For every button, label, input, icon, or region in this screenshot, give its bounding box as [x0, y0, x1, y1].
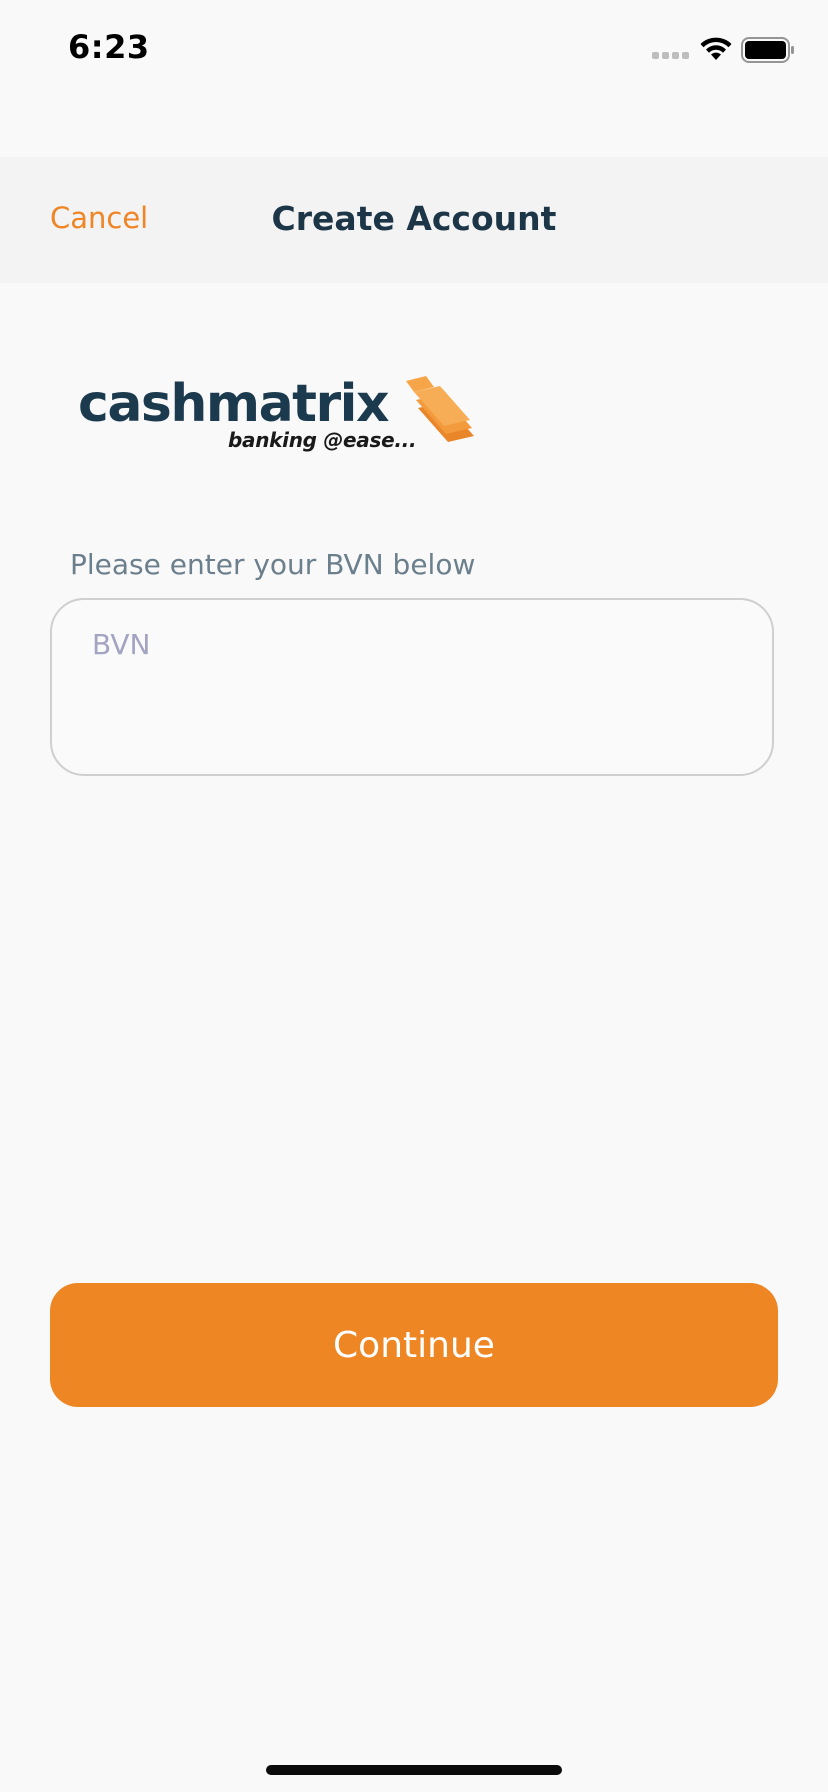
- bvn-label: Please enter your BVN below: [70, 548, 476, 581]
- cashmatrix-logo: cashmatrix banking @ease...: [76, 370, 486, 460]
- stacked-layers-icon: [406, 376, 474, 442]
- continue-button[interactable]: Continue: [50, 1283, 778, 1407]
- home-indicator[interactable]: [266, 1765, 562, 1775]
- navigation-bar: Cancel Create Account: [0, 157, 828, 283]
- page-title: Create Account: [271, 199, 557, 238]
- create-account-screen: 6:23 Cancel Create Account cashmatrix ba…: [0, 0, 828, 1792]
- wifi-icon: [700, 37, 732, 60]
- bvn-field[interactable]: [50, 598, 774, 776]
- bvn-input[interactable]: [92, 622, 732, 666]
- status-bar: 6:23: [0, 0, 828, 100]
- status-time: 6:23: [68, 28, 150, 66]
- logo-tagline: banking @ease...: [228, 428, 417, 452]
- battery-icon: [741, 37, 794, 63]
- signal-dots-icon: [652, 52, 689, 59]
- logo-wordmark: cashmatrix: [78, 374, 390, 434]
